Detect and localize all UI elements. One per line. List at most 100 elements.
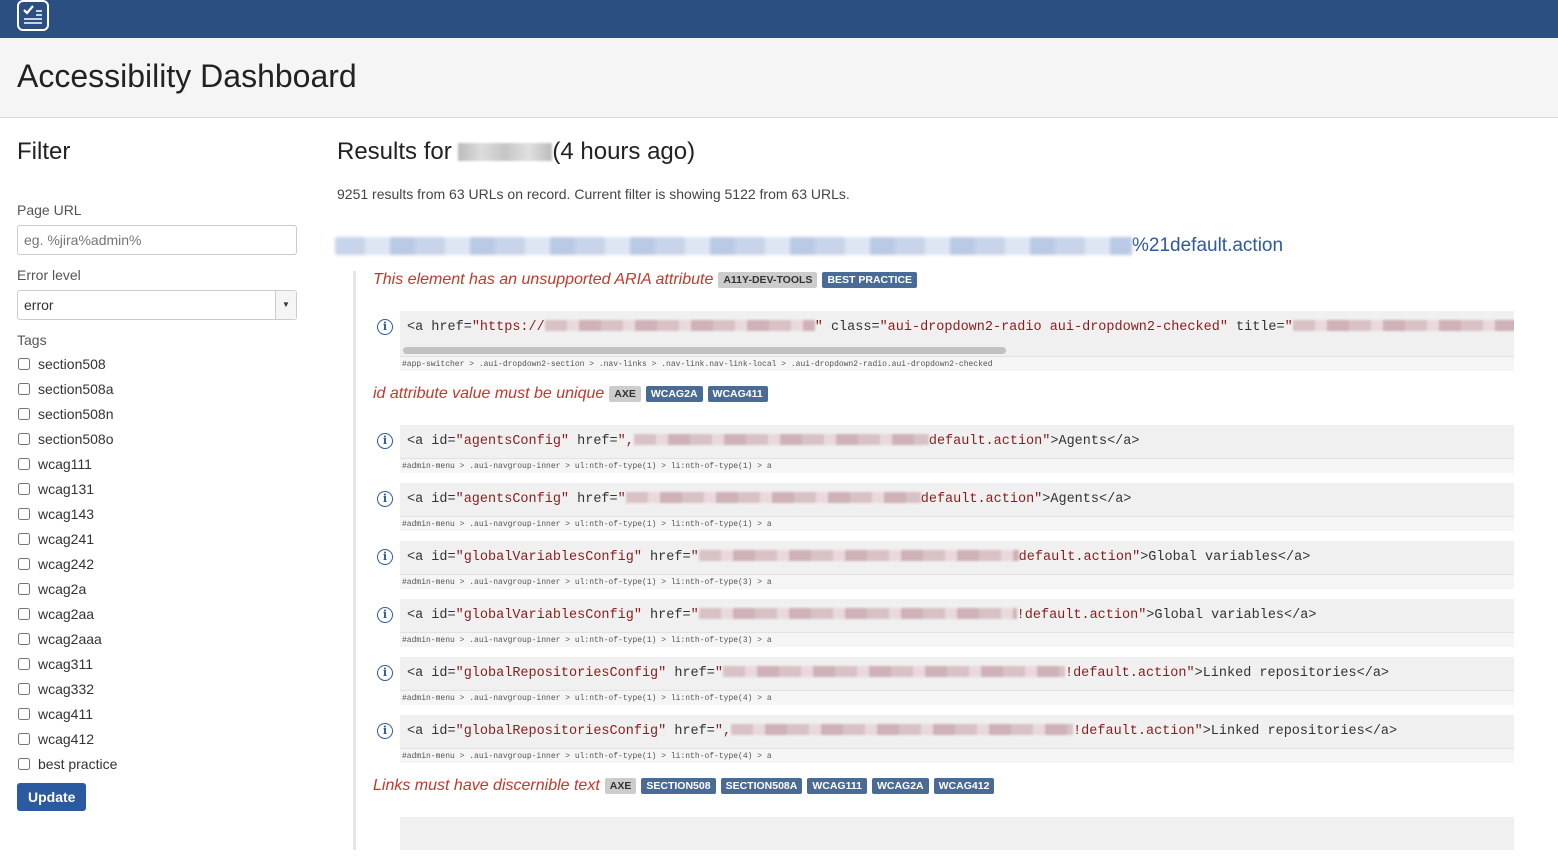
code-token: <a id= [407,492,456,507]
code-snippet: i <a id="agentsConfig" href=" default.acti… [377,483,1514,531]
css-selector: #app-switcher > .aui-dropdown2-section >… [400,356,1514,371]
tag-checkbox[interactable] [18,457,30,470]
info-icon[interactable]: i [377,491,393,507]
code-token: " [690,608,699,623]
scrollbar-thumb[interactable] [403,347,1006,354]
tag-checkbox[interactable] [18,482,30,495]
info-icon[interactable]: i [377,665,393,681]
code-token: >Linked repositories</a> [1194,666,1390,681]
redacted-text [698,550,1019,561]
update-button[interactable]: Update [17,783,87,811]
issue-title: This element has an unsupported ARIA att… [373,271,1527,289]
info-icon[interactable]: i [377,607,393,623]
tag-checkbox[interactable] [18,582,30,595]
code-line: <a id="globalRepositoriesConfig" href="!… [400,657,1514,690]
tag-checkbox[interactable] [18,507,30,520]
tag-badge: SECTION508A [720,778,803,794]
code-token: ", [714,724,732,739]
issue-title: Links must have discernible text AXE SECTI… [373,777,1527,795]
tag-checkbox-item[interactable]: best practice [17,751,297,776]
checklist-icon[interactable] [17,0,49,31]
code-line: <a id="agentsConfig" href=" default.actio… [400,483,1514,516]
tag-checkbox[interactable] [18,707,30,720]
info-icon[interactable]: i [377,319,393,335]
css-selector: #admin-menu > .aui-navgroup-inner > ul:n… [400,748,1514,763]
tag-checkbox[interactable] [18,357,30,370]
tag-label: best practice [38,755,118,772]
code-snippet: i <a id="agentsConfig" href=", default.act… [377,425,1514,473]
tag-badge: A11Y-DEV-TOOLS [718,272,818,288]
error-level-label: Error level [17,267,81,283]
results-title: Results for (4 hours ago) [337,138,1527,166]
tag-checkbox[interactable] [18,732,30,745]
tag-checkbox-item[interactable]: wcag143 [17,501,297,526]
tag-checkbox-item[interactable]: wcag241 [17,526,297,551]
tag-checkbox-item[interactable]: wcag311 [17,651,297,676]
tag-label: wcag2a [38,580,87,597]
tag-label: wcag242 [38,555,95,572]
tag-checkbox[interactable] [18,382,30,395]
tag-checkbox-item[interactable]: wcag332 [17,676,297,701]
code-token: " [814,320,823,335]
tag-label: section508o [38,430,114,447]
code-snippet: i <a href="https:// " class="aui-dropdown2… [377,311,1514,371]
code-token: " [714,666,723,681]
tag-checkbox-item[interactable]: wcag412 [17,726,297,751]
code-token: class= [822,320,880,335]
code-token: >Agents</a> [1042,492,1132,507]
code-token: href= [666,666,715,681]
tag-checkbox-item[interactable]: wcag242 [17,551,297,576]
code-token: !default.action" [1064,666,1195,681]
tag-checkbox-item[interactable]: wcag411 [17,701,297,726]
tag-checkbox-item[interactable]: wcag2aa [17,601,297,626]
tag-label: wcag2aaa [38,630,102,647]
tag-checkbox[interactable] [18,632,30,645]
tag-checkbox[interactable] [18,657,30,670]
tag-checkbox-item[interactable]: wcag2aaa [17,626,297,651]
tag-checkbox-item[interactable]: section508 [17,351,297,376]
code-token: "globalVariablesConfig" [455,608,642,623]
tag-badge: WCAG412 [933,778,995,794]
code-token: " [617,492,626,507]
info-icon[interactable]: i [377,549,393,565]
tag-checkbox-item[interactable]: section508a [17,376,297,401]
tag-checkbox-item[interactable]: wcag2a [17,576,297,601]
tag-checkbox[interactable] [18,557,30,570]
tag-checkbox[interactable] [18,757,30,770]
page-url-link[interactable]: %21default.action [335,235,1527,257]
issue-title-text: id attribute value must be unique [373,385,605,402]
tag-badge: WCAG111 [807,778,867,794]
code-token: <a id= [407,434,456,449]
info-icon[interactable]: i [377,723,393,739]
issue-title: id attribute value must be unique AXE WCAG… [373,385,1527,403]
code-token: !default.action" [1073,724,1203,739]
page-url-label: Page URL [17,202,82,218]
tag-checkbox[interactable] [18,432,30,445]
redacted-name [458,143,553,161]
horizontal-scrollbar[interactable] [400,344,1514,356]
tag-label: section508n [38,405,114,422]
tag-checkbox[interactable] [18,407,30,420]
redacted-text [625,492,921,503]
code-snippet: i <a id="globalVariablesConfig" href=" !de… [377,599,1514,647]
code-token: title= [1227,320,1285,335]
code-token: default.action" [928,434,1051,449]
code-token: >Linked repositories</a> [1202,724,1398,739]
tag-badge: WCAG2A [645,386,703,402]
info-icon[interactable]: i [377,433,393,449]
tag-checkbox[interactable] [18,532,30,545]
tag-checkbox-item[interactable]: section508o [17,426,297,451]
tag-checkbox[interactable] [18,682,30,695]
tag-checkbox-item[interactable]: wcag131 [17,476,297,501]
tag-badge: AXE [604,778,637,794]
tag-checkbox-item[interactable]: wcag111 [17,451,297,476]
tag-checkbox[interactable] [18,607,30,620]
code-token: href= [641,550,691,565]
code-snippet: i <a id="globalRepositoriesConfig" href="… [377,715,1514,763]
code-line: <a id="globalRepositoriesConfig" href=",… [400,715,1514,748]
error-level-select[interactable]: error ▼ [17,290,297,320]
code-token: "agentsConfig" [455,492,570,507]
tag-checkbox-item[interactable]: section508n [17,401,297,426]
code-token: <a href= [407,320,472,335]
page-url-input[interactable] [17,225,297,255]
